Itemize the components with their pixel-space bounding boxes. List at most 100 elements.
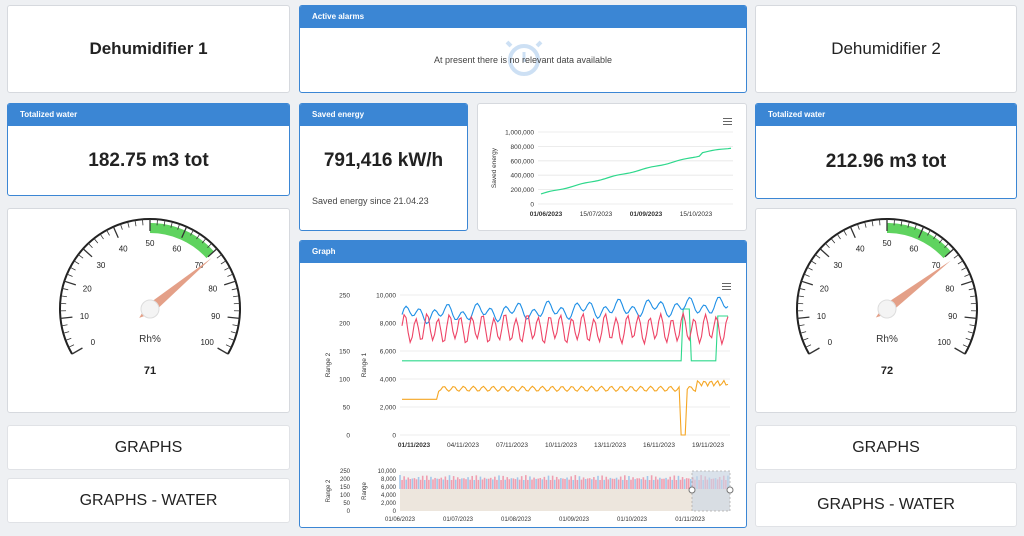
x-tick-label: 16/11/2023 xyxy=(643,442,675,449)
x-tick-label: 01/11/2023 xyxy=(675,517,705,523)
gauge-tick xyxy=(66,273,73,277)
gauge-tick xyxy=(800,331,807,334)
y-tick-label: 200 xyxy=(339,321,350,328)
gauge-tick xyxy=(227,273,234,277)
y-tick-label: 800,000 xyxy=(511,144,535,151)
menu-icon[interactable] xyxy=(722,283,731,290)
device-title: Dehumidifier 1 xyxy=(89,39,208,58)
gauge-tick xyxy=(964,316,977,320)
gauge-tick xyxy=(964,273,971,277)
no-data-message: At present there is no relevant data ava… xyxy=(433,55,613,65)
y-tick-label: 8,000 xyxy=(381,477,397,483)
x-tick-label: 13/11/2023 xyxy=(594,442,626,449)
card-header: Totalized water xyxy=(756,104,1016,126)
gauge-tick xyxy=(864,221,867,228)
totalized-water-card-left: Totalized water 182.75 m3 tot xyxy=(7,103,290,196)
gauge-label: Rh% xyxy=(876,334,898,345)
gauge-tick xyxy=(962,344,969,348)
graphs-button[interactable]: GRAPHS xyxy=(755,425,1017,470)
gauge-tick xyxy=(808,347,820,355)
gauge-label: Rh% xyxy=(139,334,161,345)
y-tick-label: 250 xyxy=(340,469,351,475)
axis-title: Range 1 xyxy=(361,352,368,377)
gauge-tick xyxy=(223,280,236,286)
y-tick-label: 2,000 xyxy=(380,405,397,412)
humidity-gauge: 0102030405060708090100Rh%72 xyxy=(796,218,978,377)
gauge-tick-label: 20 xyxy=(83,285,92,294)
y-tick-label: 10,000 xyxy=(378,469,397,475)
gauge-tick xyxy=(65,337,72,341)
axis-title: Range xyxy=(362,482,368,500)
gauge-tick xyxy=(825,243,830,249)
gauge-tick xyxy=(93,238,99,244)
gauge-tick xyxy=(78,254,84,259)
gauge-tick-label: 10 xyxy=(817,312,826,321)
gauge-tick xyxy=(954,347,966,355)
gauge-tick-label: 60 xyxy=(172,245,181,254)
gauge-card-right: 0 10 20 30 40 50 60 70 80 90 100 Rh% 72 xyxy=(755,208,1017,413)
multi-series-chart: Range 2 Range 1 250 200 150 100 50 0 10,000 8,000… xyxy=(325,293,734,536)
card-header: Active alarms xyxy=(300,6,746,28)
gauge-tick xyxy=(857,223,860,230)
gauge-tick xyxy=(70,266,76,271)
gauge-tick xyxy=(879,219,881,226)
navigator-fill xyxy=(400,489,730,511)
gauge-tick-label: 90 xyxy=(948,312,957,321)
saved-energy-chart: Saved energy 1,000,000 800,000 600,000 400,0… xyxy=(491,130,733,218)
gauge-tick xyxy=(810,260,817,265)
gauge-tick-label: 80 xyxy=(208,285,217,294)
navigator-selection[interactable] xyxy=(691,470,731,512)
device-title: Dehumidifier 2 xyxy=(831,39,941,58)
gauge-tick xyxy=(134,220,137,227)
y-tick-label: 1,000,000 xyxy=(505,130,534,137)
card-header: Totalized water xyxy=(8,104,289,126)
graphs-water-button[interactable]: GRAPHS - WATER xyxy=(755,482,1017,527)
gauge-tick xyxy=(82,248,93,258)
gauge-tick xyxy=(231,288,238,291)
saved-energy-series xyxy=(540,147,732,195)
series-value-2 xyxy=(402,379,729,436)
totalized-water-card-right: Totalized water 212.96 m3 tot xyxy=(755,103,1017,199)
y-tick-label: 250 xyxy=(339,293,350,300)
gauge-hub xyxy=(877,299,897,319)
gauge-tick xyxy=(60,295,67,298)
gauge-value: 71 xyxy=(144,365,156,377)
y-tick-label: 10,000 xyxy=(376,293,396,300)
y-tick-label: 0 xyxy=(346,433,350,440)
x-tick-label: 01/07/2023 xyxy=(443,517,474,523)
gauge-tick xyxy=(216,254,222,259)
device-title-card-left: Dehumidifier 1 xyxy=(7,5,290,93)
gauge-tick xyxy=(60,316,73,320)
gauge-tick-label: 0 xyxy=(828,338,833,347)
y-tick-label: 4,000 xyxy=(381,493,397,499)
gauge-tick xyxy=(127,221,130,228)
gauge-tick-label: 40 xyxy=(856,245,865,254)
gauge-tick xyxy=(61,324,68,327)
graphs-button[interactable]: GRAPHS xyxy=(7,425,290,470)
gauge-tick xyxy=(960,280,973,286)
gauge-tick xyxy=(969,324,976,327)
y-tick-label: 50 xyxy=(343,501,350,507)
gauge-hub xyxy=(140,299,160,319)
gauge-tick xyxy=(228,337,235,341)
y-tick-label: 2,000 xyxy=(381,501,397,507)
gauge-tick xyxy=(797,316,810,320)
gauge-tick-label: 20 xyxy=(820,285,829,294)
graphs-water-button[interactable]: GRAPHS - WATER xyxy=(7,478,290,523)
y-tick-label: 50 xyxy=(343,405,351,412)
gauge-card-left: 0 10 20 30 40 50 60 70 80 90 100 Rh% 71 xyxy=(7,208,290,413)
navigator-handle-left[interactable] xyxy=(688,486,696,494)
x-tick-label: 01/06/2023 xyxy=(530,211,563,218)
gauge-tick xyxy=(217,347,229,355)
x-tick-label: 01/06/2023 xyxy=(385,517,416,523)
gauge-tick xyxy=(849,226,856,239)
gauge-tick xyxy=(797,295,804,298)
y-tick-label: 0 xyxy=(530,202,534,209)
y-tick-label: 4,000 xyxy=(380,377,397,384)
gauge-tick-label: 50 xyxy=(146,239,155,248)
gauge-tick xyxy=(63,331,70,334)
x-tick-label: 01/11/2023 xyxy=(398,442,431,449)
menu-icon[interactable] xyxy=(723,118,732,125)
navigator-handle-right[interactable] xyxy=(726,486,734,494)
y-tick-label: 400,000 xyxy=(511,173,535,180)
